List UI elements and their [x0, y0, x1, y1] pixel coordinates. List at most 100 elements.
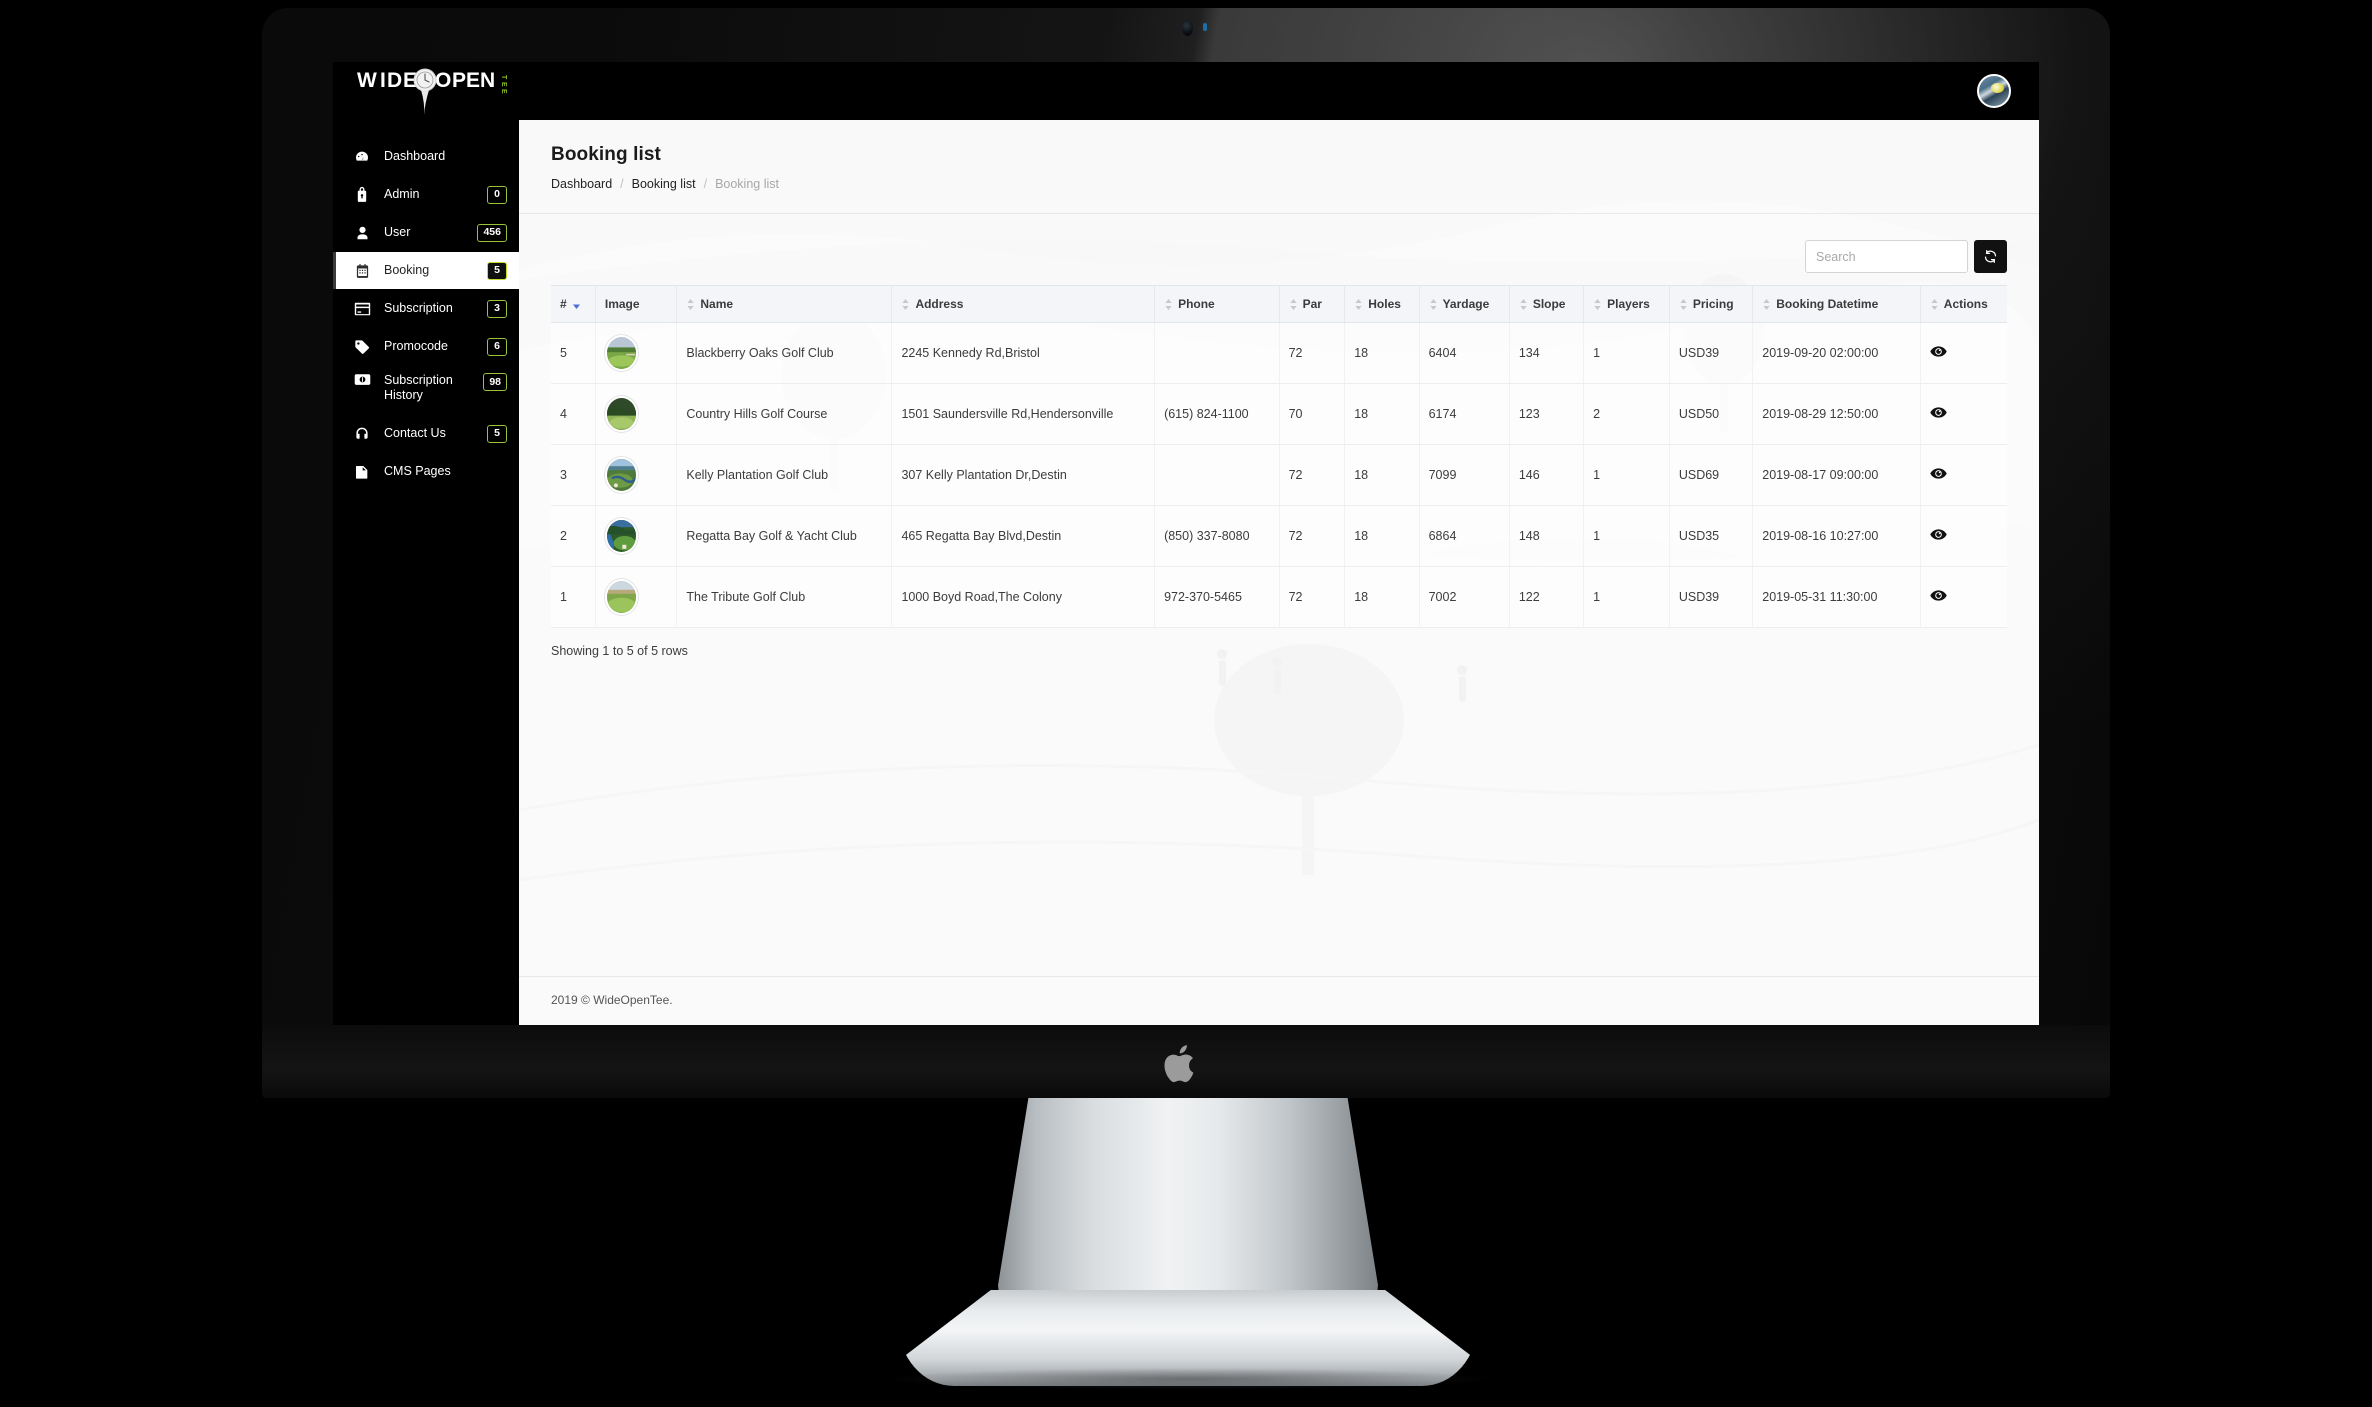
sidebar-item-label: Dashboard: [384, 148, 446, 163]
sort-icon: [1164, 298, 1173, 311]
cell-par: 72: [1279, 444, 1346, 506]
table-row[interactable]: 4 Country Hills Golf Course 1501 Saunder…: [551, 383, 2007, 445]
table-header: # Image Name Address Phone Par Holes Yar…: [551, 285, 2007, 323]
cell-pricing: USD39: [1669, 566, 1754, 628]
cell-yardage: 6404: [1419, 322, 1510, 384]
svg-text:I: I: [380, 69, 386, 92]
cell-phone: [1154, 444, 1280, 506]
column-header-slope[interactable]: Slope: [1509, 285, 1585, 323]
cell-phone: (615) 824-1100: [1154, 383, 1280, 445]
sidebar-item-admin[interactable]: Admin 0: [333, 176, 519, 213]
cell-par: 72: [1279, 566, 1346, 628]
cell-actions: [1920, 444, 2007, 506]
eye-icon: [1930, 345, 1947, 358]
sort-desc-icon: [572, 299, 581, 310]
cell-phone: 972-370-5465: [1154, 566, 1280, 628]
admin-application: W I D E O P E N T E E Dashboard Admin 0 …: [333, 62, 2039, 1025]
eye-icon: [1930, 589, 1947, 602]
column-label: Actions: [1943, 297, 1988, 311]
sidebar-item-subscription-history[interactable]: Subscription History 98: [333, 366, 519, 414]
column-header-players[interactable]: Players: [1583, 285, 1670, 323]
table-summary: Showing 1 to 5 of 5 rows: [551, 644, 688, 658]
sidebar-item-label: User: [384, 224, 411, 239]
avatar[interactable]: [1977, 74, 2011, 108]
column-header-phone[interactable]: Phone: [1154, 285, 1280, 323]
sort-icon: [1762, 298, 1771, 311]
headset-icon: [352, 426, 372, 442]
course-thumbnail: [604, 518, 638, 554]
cell-image: [595, 322, 678, 384]
svg-text:E: E: [500, 82, 507, 87]
sidebar-item-booking[interactable]: Booking 5: [333, 252, 519, 289]
table-row[interactable]: 1 The Tribute Golf Club 1000 Boyd Road,T…: [551, 566, 2007, 628]
cell-num: 5: [551, 322, 596, 384]
breadcrumb-booking-list[interactable]: Booking list: [632, 177, 696, 191]
svg-text:W: W: [357, 69, 377, 92]
cell-num: 3: [551, 444, 596, 506]
sort-icon: [1429, 298, 1438, 311]
cell-holes: 18: [1344, 444, 1420, 506]
cell-holes: 18: [1344, 322, 1420, 384]
column-header-par[interactable]: Par: [1279, 285, 1346, 323]
sidebar-item-dashboard[interactable]: Dashboard: [333, 138, 519, 175]
sidebar-item-contact-us[interactable]: Contact Us 5: [333, 415, 519, 452]
column-header-pricing[interactable]: Pricing: [1669, 285, 1754, 323]
column-header-name[interactable]: Name: [676, 285, 893, 323]
cell-slope: 122: [1509, 566, 1585, 628]
column-header-image[interactable]: Image: [595, 285, 678, 323]
sidebar-item-cms-pages[interactable]: CMS Pages: [333, 453, 519, 490]
cell-holes: 18: [1344, 383, 1420, 445]
table-row[interactable]: 5 Blackberry Oaks Golf Club 2245 Kennedy…: [551, 322, 2007, 384]
sort-icon: [1930, 298, 1939, 311]
column-header-yardage[interactable]: Yardage: [1419, 285, 1510, 323]
svg-text:E: E: [466, 69, 480, 92]
cell-address: 1000 Boyd Road,The Colony: [891, 566, 1156, 628]
cell-yardage: 7002: [1419, 566, 1510, 628]
sidebar-item-subscription[interactable]: Subscription 3: [333, 290, 519, 327]
column-header-booking-datetime[interactable]: Booking Datetime: [1752, 285, 1921, 323]
refresh-button[interactable]: [1974, 240, 2007, 273]
cell-num: 1: [551, 566, 596, 628]
breadcrumb-dashboard[interactable]: Dashboard: [551, 177, 612, 191]
view-button[interactable]: [1930, 345, 1947, 358]
svg-text:O: O: [435, 69, 451, 92]
sidebar-badge: 0: [487, 185, 507, 204]
column-header-actions: Actions: [1920, 285, 2007, 323]
page-header: Booking list Dashboard / Booking list / …: [519, 120, 2039, 191]
cell-yardage: 6174: [1419, 383, 1510, 445]
view-button[interactable]: [1930, 589, 1947, 602]
sidebar-item-promocode[interactable]: Promocode 6: [333, 328, 519, 365]
sort-icon: [1679, 298, 1688, 311]
cell-booking-datetime: 2019-08-29 12:50:00: [1752, 383, 1921, 445]
eye-icon: [1930, 528, 1947, 541]
brand-logo[interactable]: W I D E O P E N T E E: [355, 65, 523, 117]
main-content: Booking list Dashboard / Booking list / …: [519, 120, 2039, 1025]
view-button[interactable]: [1930, 528, 1947, 541]
view-button[interactable]: [1930, 467, 1947, 480]
cell-num: 2: [551, 505, 596, 567]
sidebar-item-label: Booking: [384, 262, 430, 277]
refresh-icon: [1983, 249, 1998, 264]
webcam-led-icon: [1203, 23, 1207, 31]
cell-actions: [1920, 505, 2007, 567]
table-row[interactable]: 2 Regatta Bay Golf & Yacht Club 465 Rega…: [551, 505, 2007, 567]
view-button[interactable]: [1930, 406, 1947, 419]
column-header-address[interactable]: Address: [891, 285, 1156, 323]
column-header-holes[interactable]: Holes: [1344, 285, 1420, 323]
cell-players: 1: [1583, 505, 1670, 567]
cell-name: The Tribute Golf Club: [676, 566, 893, 628]
cell-address: 307 Kelly Plantation Dr,Destin: [891, 444, 1156, 506]
course-thumbnail: [604, 335, 638, 371]
table-row[interactable]: 3 Kelly Plantation Golf Club 307 Kelly P…: [551, 444, 2007, 506]
sort-icon: [1519, 298, 1528, 311]
table-body: 5 Blackberry Oaks Golf Club 2245 Kennedy…: [551, 322, 2007, 628]
column-label: Slope: [1532, 297, 1566, 311]
sidebar: Dashboard Admin 0 User 456 Booking 5 Sub…: [333, 120, 519, 1025]
cell-address: 465 Regatta Bay Blvd,Destin: [891, 505, 1156, 567]
column-header-num[interactable]: #: [551, 285, 596, 323]
cell-players: 1: [1583, 566, 1670, 628]
dashboard-icon: [352, 149, 372, 165]
search-input[interactable]: [1805, 240, 1968, 273]
sidebar-item-user[interactable]: User 456: [333, 214, 519, 251]
cell-booking-datetime: 2019-09-20 02:00:00: [1752, 322, 1921, 384]
